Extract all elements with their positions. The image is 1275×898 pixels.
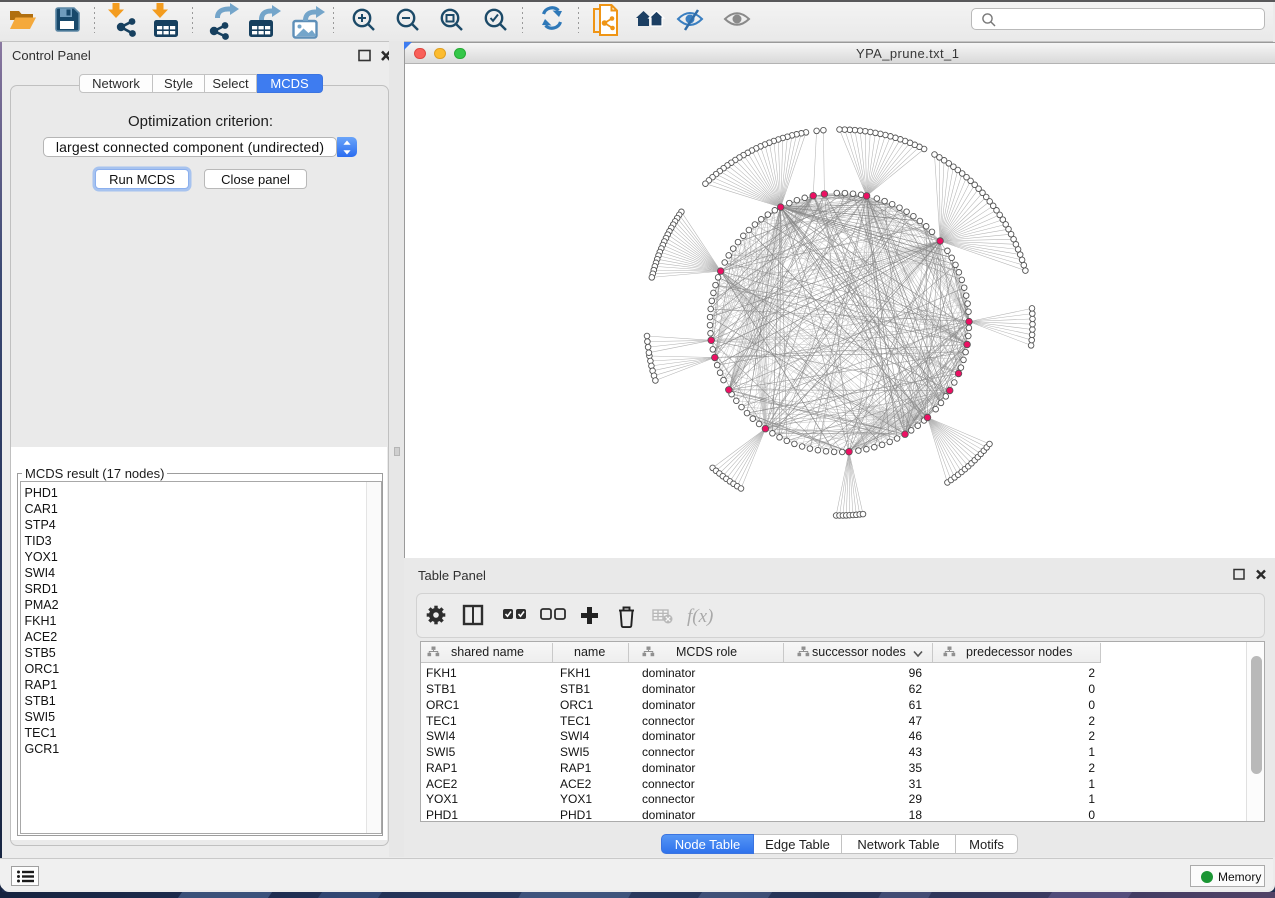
svg-text:f(x): f(x) [687, 606, 713, 627]
